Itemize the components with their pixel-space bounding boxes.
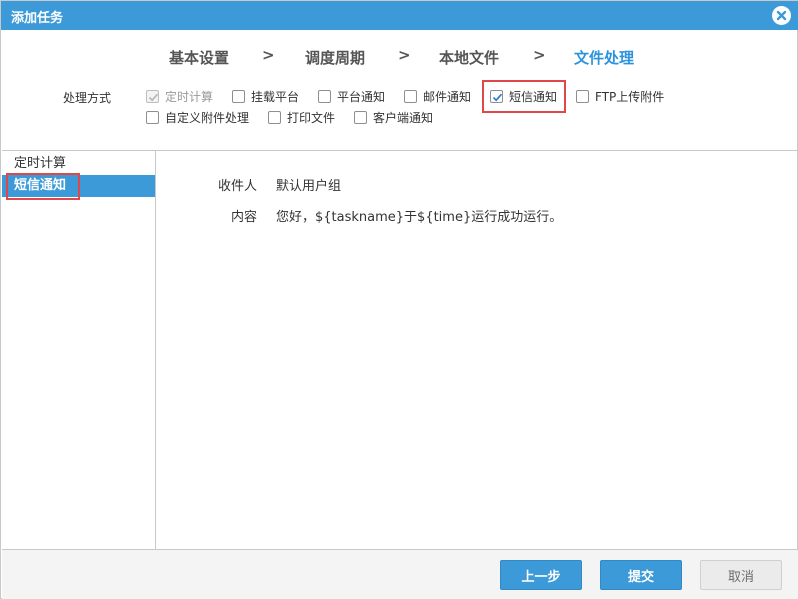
dialog-title: 添加任务 bbox=[11, 11, 64, 26]
step-separator: > bbox=[262, 46, 275, 64]
checkbox-scheduled-calc bbox=[146, 89, 159, 103]
option-label: 挂载平台 bbox=[251, 89, 300, 104]
close-button[interactable] bbox=[772, 6, 791, 25]
checkbox-print-file[interactable] bbox=[268, 110, 281, 124]
option-custom-attachment[interactable]: 自定义附件处理 bbox=[146, 109, 249, 125]
option-label: 平台通知 bbox=[337, 89, 386, 104]
option-label: 定时计算 bbox=[165, 89, 214, 104]
dialog-titlebar: 添加任务 bbox=[1, 1, 798, 30]
step-separator: > bbox=[533, 46, 546, 64]
checkmark-icon bbox=[148, 93, 159, 101]
step-wizard: 基本设置 > 调度周期 > 本地文件 > 文件处理 bbox=[1, 45, 798, 71]
option-email-notify[interactable]: 邮件通知 bbox=[404, 88, 471, 104]
option-ftp-upload[interactable]: FTP上传附件 bbox=[576, 88, 664, 104]
content-value[interactable]: 您好，${taskname}于${time}运行成功运行。 bbox=[276, 206, 562, 225]
highlight-box bbox=[6, 173, 80, 200]
checkbox-email-notify[interactable] bbox=[404, 89, 417, 103]
checkbox-client-notify[interactable] bbox=[354, 110, 367, 124]
option-label: 邮件通知 bbox=[423, 89, 472, 104]
recipient-label: 收件人 bbox=[217, 179, 257, 194]
option-client-notify[interactable]: 客户端通知 bbox=[354, 109, 433, 125]
submit-button[interactable]: 提交 bbox=[600, 560, 682, 590]
option-label: 自定义附件处理 bbox=[165, 110, 250, 125]
prev-step-button[interactable]: 上一步 bbox=[500, 560, 582, 590]
sidebar-item-scheduled-calc[interactable]: 定时计算 bbox=[2, 153, 155, 175]
add-task-dialog: 添加任务 基本设置 > 调度周期 > 本地文件 > 文件处理 处理方式 定时计算… bbox=[0, 0, 798, 599]
option-scheduled-calc: 定时计算 bbox=[146, 88, 213, 104]
option-print-file[interactable]: 打印文件 bbox=[268, 109, 335, 125]
highlight-box bbox=[482, 80, 566, 113]
step-file-processing[interactable]: 文件处理 bbox=[574, 47, 634, 68]
cancel-button[interactable]: 取消 bbox=[700, 560, 782, 590]
option-platform-notify[interactable]: 平台通知 bbox=[318, 88, 385, 104]
recipient-value[interactable]: 默认用户组 bbox=[276, 175, 341, 194]
option-label: FTP上传附件 bbox=[595, 89, 665, 104]
dialog-footer: 上一步 提交 取消 bbox=[2, 549, 798, 599]
step-basic-settings[interactable]: 基本设置 bbox=[169, 47, 229, 68]
option-mount-platform[interactable]: 挂载平台 bbox=[232, 88, 299, 104]
processing-list-panel: 定时计算 短信通知 bbox=[2, 151, 156, 549]
content-label: 内容 bbox=[230, 210, 257, 225]
step-schedule-cycle[interactable]: 调度周期 bbox=[305, 47, 365, 68]
checkbox-ftp-upload[interactable] bbox=[576, 89, 589, 103]
checkbox-platform-notify[interactable] bbox=[318, 89, 331, 103]
option-label: 打印文件 bbox=[287, 110, 336, 125]
close-icon bbox=[772, 6, 791, 25]
processing-method-label: 处理方式 bbox=[63, 91, 112, 105]
step-local-file[interactable]: 本地文件 bbox=[439, 47, 499, 68]
checkbox-mount-platform[interactable] bbox=[232, 89, 245, 103]
checkbox-custom-attachment[interactable] bbox=[146, 110, 159, 124]
step-separator: > bbox=[398, 46, 411, 64]
option-label: 客户端通知 bbox=[373, 110, 434, 125]
